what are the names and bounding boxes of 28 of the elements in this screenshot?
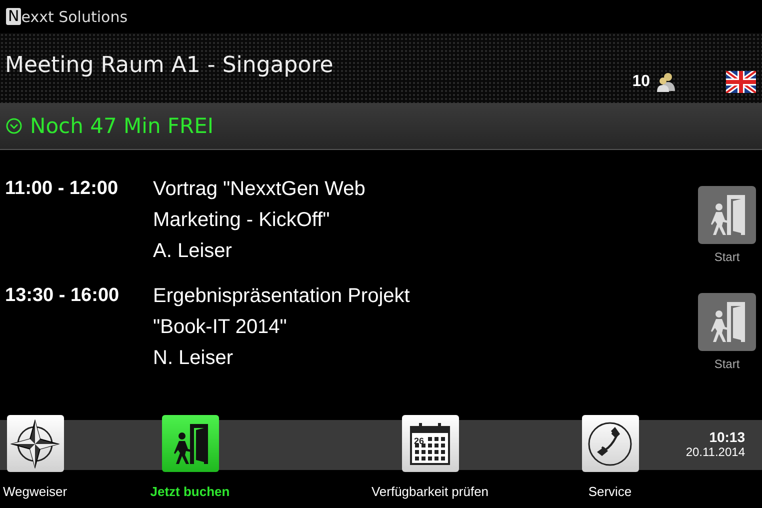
clock-date: 20.11.2014 — [686, 445, 745, 459]
clock-time: 10:13 — [709, 429, 745, 445]
chevron-down-icon[interactable] — [6, 118, 22, 134]
compass-icon — [10, 418, 60, 468]
availability-status: Noch 47 Min FREI — [30, 114, 214, 138]
start-label: Start — [714, 357, 740, 371]
flag-icon[interactable] — [726, 71, 756, 93]
capacity-count: 10 — [632, 73, 650, 91]
nav-button[interactable] — [162, 415, 218, 472]
meeting-host: N. Leiser — [153, 346, 234, 371]
nav-button[interactable] — [6, 415, 64, 472]
nav-button[interactable] — [582, 415, 638, 472]
people-icon — [656, 72, 676, 92]
start-button[interactable] — [698, 186, 756, 244]
nav-label: Jetzt buchen — [150, 484, 230, 499]
nav-label: Service — [588, 484, 632, 499]
room-title: Meeting Raum A1 - Singapore — [5, 53, 334, 78]
start-button[interactable] — [698, 293, 756, 351]
brand-logo: N — [6, 8, 22, 25]
meeting-time: 11:00 - 12:00 — [5, 178, 120, 200]
meeting-title: Ergebnispräsentation Projekt "Book-IT 2014" — [153, 284, 411, 340]
meeting-host: A. Leiser — [153, 239, 233, 264]
meeting-title: Vortrag "NexxtGen Web Marketing - KickOff" — [153, 177, 366, 233]
nav-label: Wegweiser — [2, 484, 68, 499]
nav-label: Verfügbarkeit prüfen — [371, 484, 489, 499]
brand-name: exxt Solutions — [21, 8, 128, 26]
start-label: Start — [714, 250, 740, 264]
meeting-time: 13:30 - 16:00 — [5, 285, 120, 307]
